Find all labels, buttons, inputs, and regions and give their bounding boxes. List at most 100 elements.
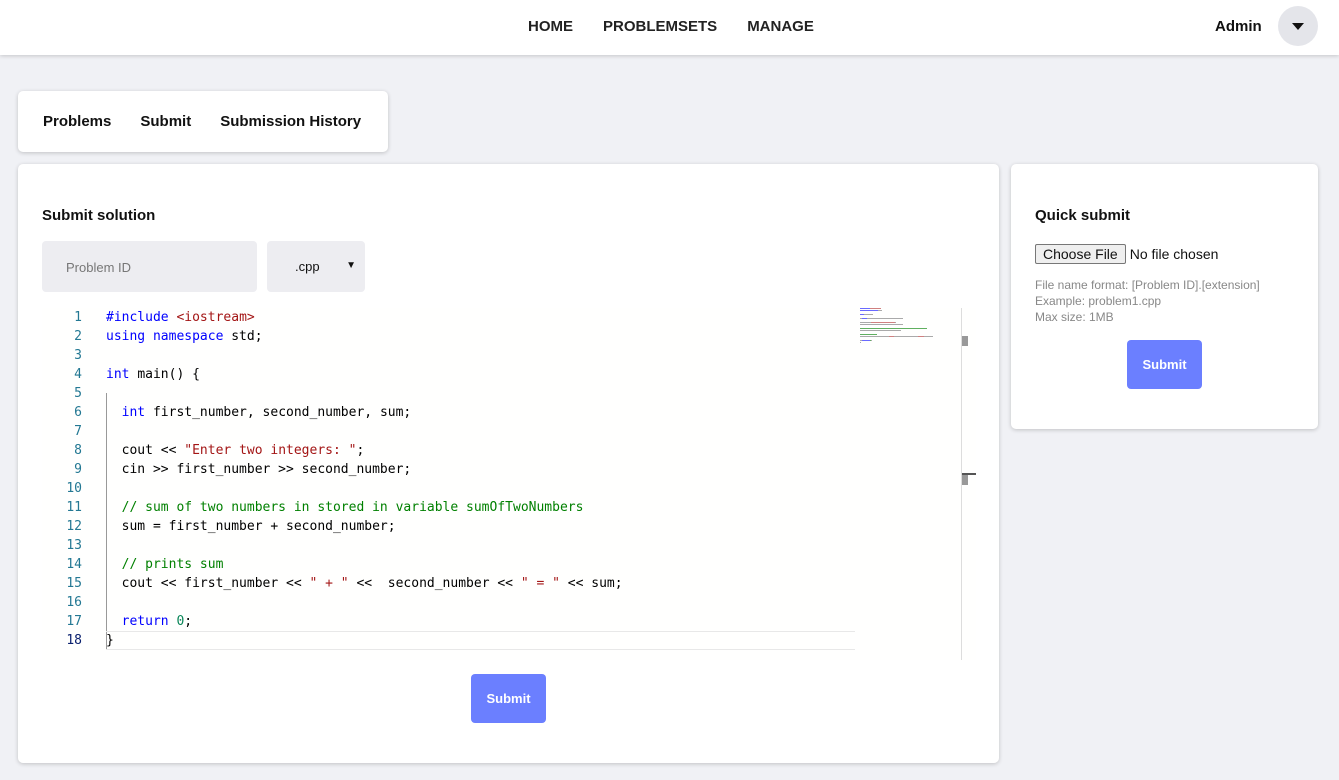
code-token: cin >> first_number >> second_number; xyxy=(106,462,412,477)
file-hints: File name format: [Problem ID].[extensio… xyxy=(1035,277,1260,325)
code-line: 18} xyxy=(42,631,855,650)
code-line: 5 xyxy=(42,384,855,403)
minimap-token xyxy=(860,342,862,343)
hint-format: File name format: [Problem ID].[extensio… xyxy=(1035,278,1260,292)
line-number: 14 xyxy=(66,557,82,572)
code-token: // sum of two numbers in stored in varia… xyxy=(106,500,584,515)
scroll-marker xyxy=(962,475,968,485)
line-number: 15 xyxy=(66,576,82,591)
code-token: cout << first_number << xyxy=(106,576,310,591)
line-number: 3 xyxy=(74,348,82,363)
file-input[interactable]: Choose File No file chosen xyxy=(1035,244,1218,264)
line-number: 6 xyxy=(74,405,82,420)
line-number: 4 xyxy=(74,367,82,382)
line-number: 10 xyxy=(66,481,82,496)
code-line: 14 // prints sum xyxy=(42,555,855,574)
submit-button[interactable]: Submit xyxy=(471,674,546,723)
code-token: ; xyxy=(356,443,365,458)
hint-size: Max size: 1MB xyxy=(1035,310,1114,324)
code-token: ; xyxy=(184,614,193,629)
code-text: #include <iostream> xyxy=(106,308,255,327)
code-line: 10 xyxy=(42,479,855,498)
line-number: 13 xyxy=(66,538,82,553)
line-number: 2 xyxy=(74,329,82,344)
minimap-token xyxy=(894,336,919,337)
minimap-token xyxy=(869,308,881,309)
code-token: using namespace xyxy=(106,329,232,344)
line-number: 5 xyxy=(74,386,82,401)
line-number: 17 xyxy=(66,614,82,629)
code-text: using namespace std; xyxy=(106,327,263,346)
code-line: 13 xyxy=(42,536,855,555)
minimap-token xyxy=(860,322,871,323)
minimap-token xyxy=(895,322,897,323)
minimap-token xyxy=(866,318,903,319)
code-line: 7 xyxy=(42,422,855,441)
minimap-token xyxy=(860,328,928,329)
code-token: main() { xyxy=(137,367,200,382)
code-token: int xyxy=(106,367,138,382)
code-token: std; xyxy=(231,329,263,344)
code-token: << sum; xyxy=(559,576,623,591)
code-text: sum = first_number + second_number; xyxy=(106,517,396,536)
code-token: << second_number << xyxy=(348,576,521,591)
nav-problemsets[interactable]: PROBLEMSETS xyxy=(603,18,717,35)
code-line: 9 cin >> first_number >> second_number; xyxy=(42,460,855,479)
code-text: cout << "Enter two integers: "; xyxy=(106,441,365,460)
line-number: 8 xyxy=(74,443,82,458)
tab-submit[interactable]: Submit xyxy=(140,113,191,130)
nav-home[interactable]: HOME xyxy=(528,18,573,35)
problem-id-input[interactable]: Problem ID xyxy=(42,241,257,292)
line-number: 9 xyxy=(74,462,82,477)
user-menu-button[interactable] xyxy=(1278,6,1318,46)
scroll-thumb[interactable] xyxy=(962,336,968,346)
code-line: 11 // sum of two numbers in stored in va… xyxy=(42,498,855,517)
code-text: } xyxy=(106,631,114,650)
tab-problems[interactable]: Problems xyxy=(43,113,111,130)
code-line: 15 cout << first_number << " + " << seco… xyxy=(42,574,855,593)
chevron-down-icon: ▼ xyxy=(346,260,356,271)
code-token: // prints sum xyxy=(106,557,224,572)
code-token: " + " xyxy=(309,576,349,591)
minimap-token xyxy=(877,310,882,311)
code-text: int main() { xyxy=(106,365,200,384)
code-token: } xyxy=(106,633,114,648)
code-token: sum = first_number + second_number; xyxy=(106,519,396,534)
top-navbar: HOME PROBLEMSETS MANAGE Admin xyxy=(0,0,1339,55)
code-line: 16 xyxy=(42,593,855,612)
line-number: 18 xyxy=(66,633,82,648)
submit-solution-card: Submit solution Problem ID .cpp ▼ 1 #inclu… xyxy=(18,164,999,763)
code-token: first_number, second_number, sum; xyxy=(152,405,412,420)
minimap-token xyxy=(860,310,878,311)
code-line: 8 cout << "Enter two integers: "; xyxy=(42,441,855,460)
minimap-token xyxy=(860,334,877,335)
code-line: 12 sum = first_number + second_number; xyxy=(42,517,855,536)
code-line: 4 int main() { xyxy=(42,365,855,384)
quick-submit-title: Quick submit xyxy=(1035,207,1131,224)
minimap-token xyxy=(860,330,901,331)
code-line: 1 #include <iostream> xyxy=(42,308,855,327)
line-number: 1 xyxy=(74,310,82,325)
quick-submit-button[interactable]: Submit xyxy=(1127,340,1202,389)
line-number: 11 xyxy=(66,500,82,515)
minimap[interactable] xyxy=(860,308,960,348)
code-text: int first_number, second_number, sum; xyxy=(106,403,412,422)
code-line: 2 using namespace std; xyxy=(42,327,855,346)
editor-scrollbar[interactable] xyxy=(961,308,976,660)
code-text: cout << first_number << " + " << second_… xyxy=(106,574,623,593)
code-text: return 0; xyxy=(106,612,192,631)
choose-file-button[interactable]: Choose File xyxy=(1035,244,1126,264)
minimap-token xyxy=(860,324,903,325)
code-line: 3 xyxy=(42,346,855,365)
language-select[interactable]: .cpp ▼ xyxy=(267,241,365,292)
nav-manage[interactable]: MANAGE xyxy=(747,18,814,35)
minimap-token xyxy=(860,308,870,309)
code-line: 17 return 0; xyxy=(42,612,855,631)
line-number: 12 xyxy=(66,519,82,534)
code-editor[interactable]: 1 #include <iostream> 2 using namespace std… xyxy=(42,308,976,660)
language-value: .cpp xyxy=(295,259,320,274)
hint-example: Example: problem1.cpp xyxy=(1035,294,1162,308)
tab-submission-history[interactable]: Submission History xyxy=(220,113,361,130)
